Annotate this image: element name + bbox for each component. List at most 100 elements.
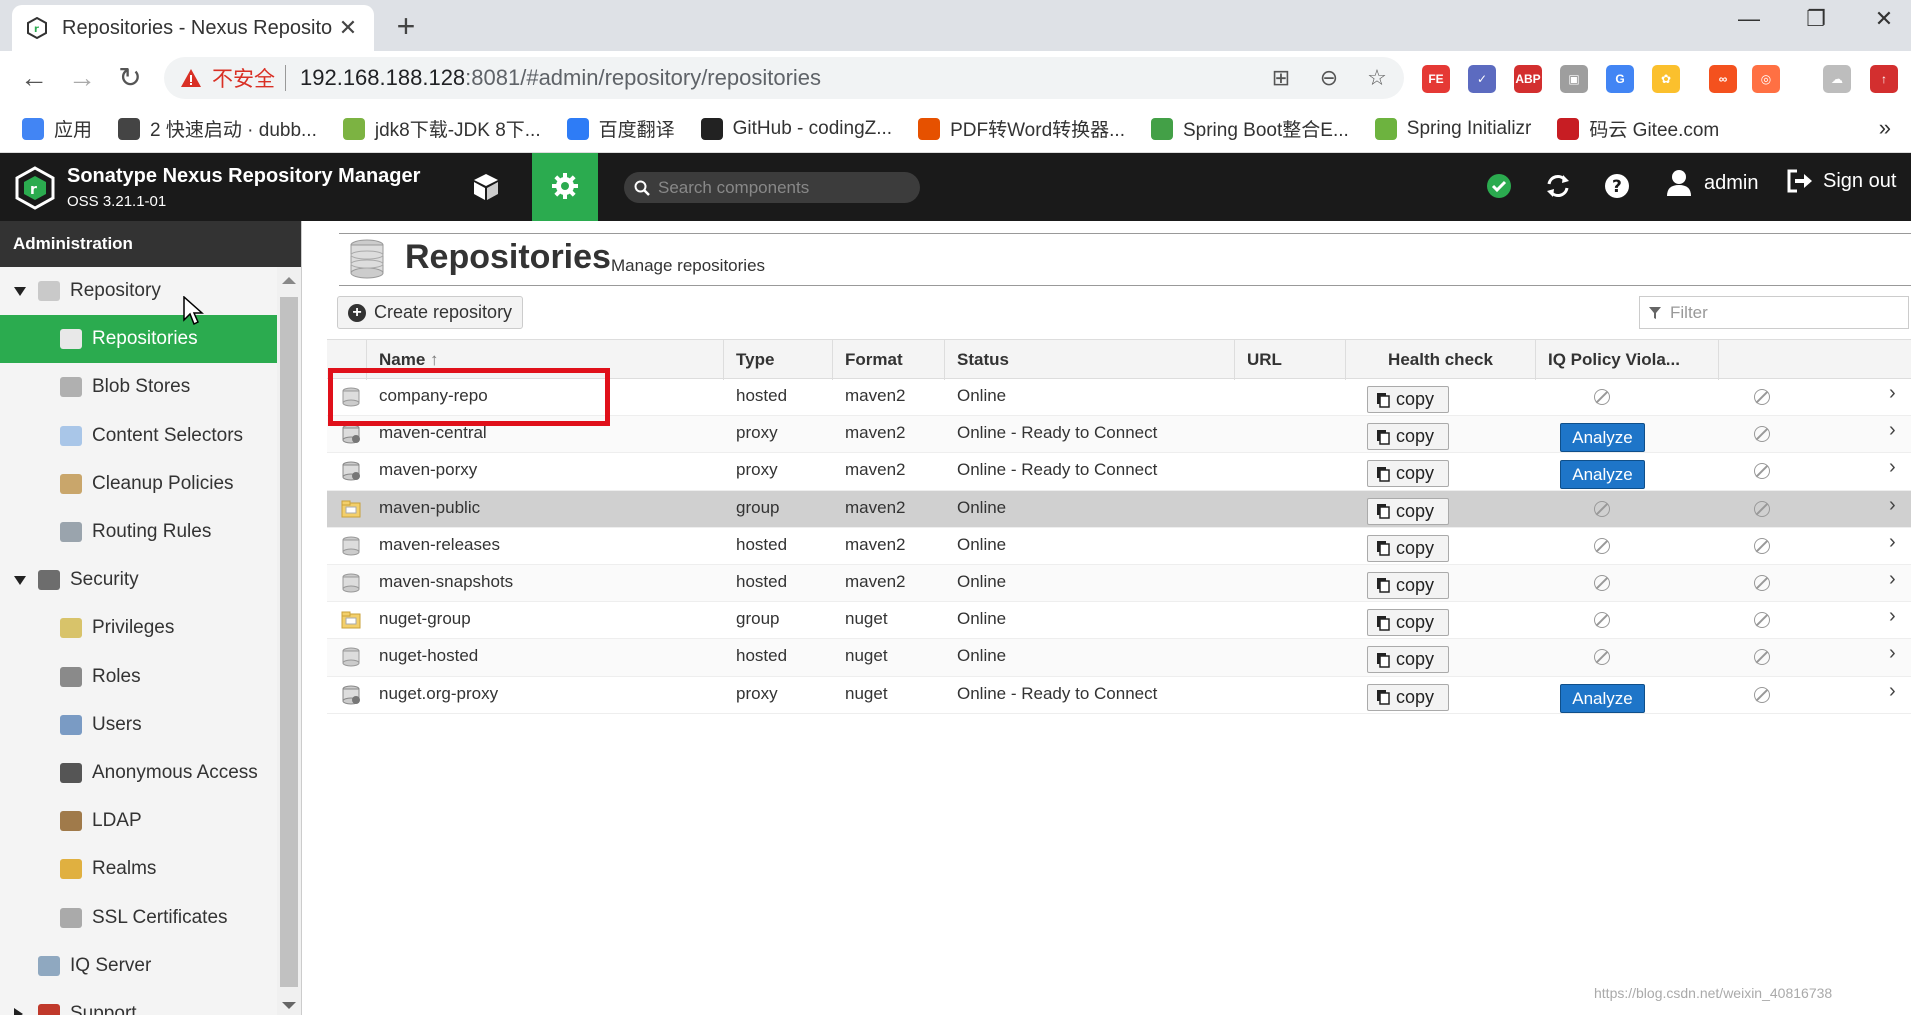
- table-row[interactable]: maven-releases hosted maven2 Online copy ›: [327, 528, 1911, 565]
- search-input[interactable]: [658, 177, 898, 198]
- bookmark-item[interactable]: 2 快速启动 · dubb...: [118, 115, 317, 142]
- column-header-name[interactable]: Name ↑: [367, 340, 724, 380]
- analyze-button[interactable]: Analyze: [1560, 423, 1645, 453]
- copy-url-button[interactable]: copy: [1367, 497, 1449, 525]
- row-chevron-right-icon[interactable]: ›: [1889, 419, 1896, 442]
- extension-icon[interactable]: ∞: [1709, 65, 1737, 93]
- analyze-button[interactable]: Analyze: [1560, 460, 1645, 490]
- column-header-status[interactable]: Status: [945, 340, 1235, 380]
- caret-right-icon[interactable]: [14, 1007, 23, 1015]
- table-row[interactable]: nuget-group group nuget Online copy ›: [327, 602, 1911, 640]
- table-row[interactable]: maven-snapshots hosted maven2 Online copy ›: [327, 564, 1911, 603]
- bookmark-item[interactable]: 应用: [22, 115, 92, 142]
- translate-icon[interactable]: ⊞: [1268, 65, 1294, 91]
- sidebar-item-anonymous-access[interactable]: Anonymous Access: [0, 749, 302, 797]
- sidebar-item-repositories[interactable]: Repositories: [0, 315, 300, 364]
- copy-url-button[interactable]: copy: [1367, 609, 1449, 637]
- nexus-logo-icon[interactable]: r: [14, 166, 56, 210]
- sidebar-item-security[interactable]: Security: [0, 556, 302, 604]
- row-chevron-right-icon[interactable]: ›: [1889, 605, 1896, 628]
- copy-url-button[interactable]: copy: [1367, 423, 1449, 451]
- column-header-url[interactable]: URL: [1235, 340, 1346, 380]
- administration-gear-button[interactable]: [532, 153, 598, 221]
- extension-icon[interactable]: ABP: [1514, 65, 1542, 93]
- scroll-down-arrow-icon[interactable]: [282, 1002, 296, 1009]
- table-row[interactable]: maven-central proxy maven2 Online - Ready t…: [327, 416, 1911, 454]
- reload-button[interactable]: ↻: [112, 61, 148, 97]
- extension-icon[interactable]: ✓: [1468, 65, 1496, 93]
- refresh-icon[interactable]: [1543, 171, 1573, 201]
- column-header-health-check[interactable]: Health check: [1346, 340, 1536, 380]
- sort-ascending-icon[interactable]: ↑: [425, 350, 439, 369]
- row-chevron-right-icon[interactable]: ›: [1889, 456, 1896, 479]
- copy-url-button[interactable]: copy: [1367, 646, 1449, 674]
- sidebar-item-roles[interactable]: Roles: [0, 653, 302, 701]
- copy-url-button[interactable]: copy: [1367, 534, 1449, 562]
- sidebar-scrollbar[interactable]: [277, 267, 301, 1015]
- sidebar-item-iq-server[interactable]: IQ Server: [0, 942, 302, 990]
- table-row[interactable]: nuget-hosted hosted nuget Online copy ›: [327, 639, 1911, 677]
- column-header-format[interactable]: Format: [833, 340, 945, 380]
- extension-icon[interactable]: FE: [1422, 65, 1450, 93]
- forward-button[interactable]: →: [64, 61, 100, 97]
- sidebar-item-ssl-certificates[interactable]: SSL Certificates: [0, 893, 302, 941]
- row-chevron-right-icon[interactable]: ›: [1889, 568, 1896, 591]
- sidebar-item-repository[interactable]: Repository: [0, 267, 302, 315]
- help-icon[interactable]: ?: [1602, 171, 1632, 201]
- extension-icon[interactable]: ✿: [1652, 65, 1680, 93]
- browser-tab[interactable]: r Repositories - Nexus Reposito ✕: [12, 5, 374, 51]
- copy-url-button[interactable]: copy: [1367, 386, 1449, 413]
- extension-icon[interactable]: G: [1606, 65, 1634, 93]
- bookmark-item[interactable]: Spring Boot整合E...: [1150, 115, 1349, 142]
- bookmarks-overflow-icon[interactable]: »: [1879, 115, 1891, 141]
- table-row[interactable]: nuget.org-proxy proxy nuget Online - Ready …: [327, 677, 1911, 714]
- bookmark-star-icon[interactable]: ☆: [1364, 65, 1390, 91]
- sidebar-item-routing-rules[interactable]: Routing Rules: [0, 508, 302, 556]
- back-button[interactable]: ←: [16, 61, 52, 97]
- user-menu[interactable]: admin: [1666, 169, 1758, 197]
- table-row[interactable]: maven-porxy proxy maven2 Online - Ready to …: [327, 453, 1911, 491]
- column-header-iq-policy-viola-[interactable]: IQ Policy Viola...: [1536, 340, 1719, 380]
- bookmark-item[interactable]: Spring Initializr: [1374, 117, 1531, 140]
- row-chevron-right-icon[interactable]: ›: [1889, 642, 1896, 665]
- filter-input[interactable]: [1670, 302, 1890, 323]
- copy-url-button[interactable]: copy: [1367, 571, 1449, 599]
- sidebar-item-blob-stores[interactable]: Blob Stores: [0, 363, 302, 411]
- address-bar[interactable]: 不安全 192.168.188.128 :8081/#admin/reposit…: [164, 57, 1404, 99]
- copy-url-button[interactable]: copy: [1367, 683, 1449, 711]
- column-header-type[interactable]: Type: [724, 340, 833, 380]
- restore-button[interactable]: ❐: [1796, 6, 1836, 32]
- sidebar-item-ldap[interactable]: LDAP: [0, 797, 302, 845]
- row-chevron-right-icon[interactable]: ›: [1889, 494, 1896, 517]
- sign-out-button[interactable]: Sign out: [1787, 169, 1896, 193]
- bookmark-item[interactable]: GitHub - codingZ...: [700, 117, 892, 140]
- search-components[interactable]: [624, 172, 920, 203]
- extension-icon[interactable]: ☁: [1823, 65, 1851, 93]
- table-row[interactable]: company-repo hosted maven2 Online copy ›: [327, 379, 1911, 417]
- tab-close-icon[interactable]: ✕: [336, 15, 360, 41]
- copy-url-button[interactable]: copy: [1367, 460, 1449, 488]
- scrollbar-thumb[interactable]: [280, 297, 298, 987]
- sidebar-item-realms[interactable]: Realms: [0, 845, 302, 893]
- row-chevron-right-icon[interactable]: ›: [1889, 680, 1896, 703]
- system-status-icon[interactable]: [1484, 171, 1514, 201]
- caret-down-icon[interactable]: [14, 575, 26, 585]
- minimize-button[interactable]: —: [1729, 6, 1769, 32]
- create-repository-button[interactable]: + Create repository: [337, 296, 524, 329]
- extension-icon[interactable]: ◎: [1752, 65, 1780, 93]
- zoom-icon[interactable]: ⊖: [1316, 65, 1342, 91]
- row-chevron-right-icon[interactable]: ›: [1889, 531, 1896, 554]
- bookmark-item[interactable]: 百度翻译: [566, 115, 675, 142]
- caret-down-icon[interactable]: [14, 286, 26, 296]
- sidebar-item-privileges[interactable]: Privileges: [0, 604, 302, 652]
- sidebar-item-cleanup-policies[interactable]: Cleanup Policies: [0, 460, 302, 508]
- bookmark-item[interactable]: 码云 Gitee.com: [1557, 115, 1719, 142]
- sidebar-item-support[interactable]: Support: [0, 990, 302, 1015]
- extension-icon[interactable]: ↑: [1870, 65, 1898, 93]
- extension-icon[interactable]: ▣: [1560, 65, 1588, 93]
- filter-field[interactable]: [1639, 296, 1909, 329]
- close-window-button[interactable]: ✕: [1864, 6, 1904, 32]
- security-label[interactable]: 不安全: [212, 63, 275, 93]
- sidebar-item-content-selectors[interactable]: Content Selectors: [0, 412, 302, 460]
- bookmark-item[interactable]: PDF转Word转换器...: [918, 115, 1125, 142]
